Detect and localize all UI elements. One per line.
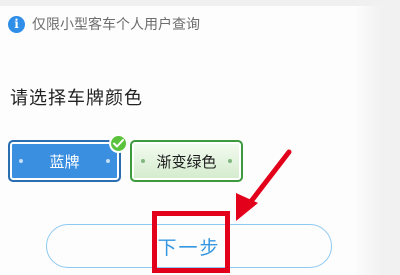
right-edge-shade: [354, 0, 400, 275]
page: i 仅限小型客车个人用户查询 请选择车牌颜色 蓝牌 渐变绿色 下一步: [0, 0, 400, 275]
annotation-arrow-icon: [236, 149, 292, 221]
